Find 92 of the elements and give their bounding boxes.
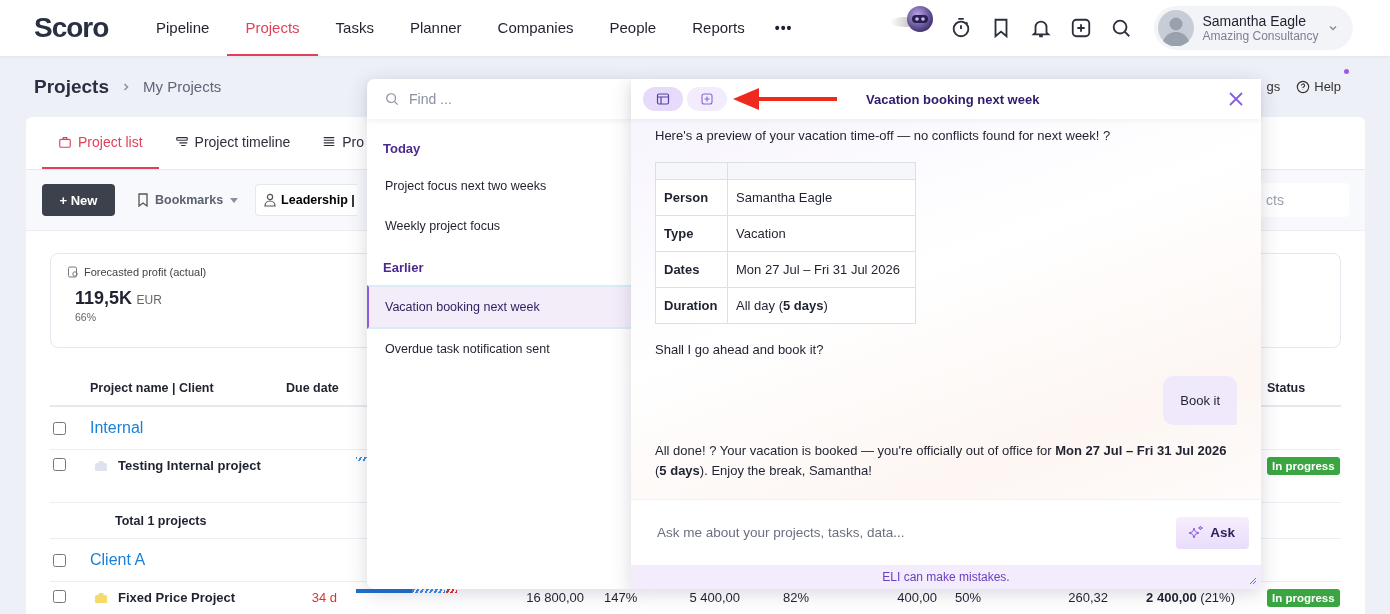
bookmarks-dropdown[interactable]: Bookmarks	[129, 193, 248, 207]
table-cell-text: 82%	[782, 590, 811, 605]
user-name: Samantha Eagle	[1202, 13, 1307, 29]
avatar-icon	[1158, 10, 1195, 46]
ask-button[interactable]: Ask	[1176, 516, 1249, 549]
chat-title: Vacation booking next week	[866, 91, 1040, 107]
resize-grip-icon[interactable]	[1249, 577, 1257, 585]
row-checkbox[interactable]	[53, 458, 66, 471]
page-title: Projects	[34, 75, 109, 98]
briefcase-icon	[58, 135, 72, 149]
view-tab[interactable]: Project timeline	[158, 117, 307, 169]
sidebar-toggle-button[interactable]	[643, 87, 683, 111]
section-heading: Today	[382, 140, 422, 158]
ask-input[interactable]: Ask me about your projects, tasks, data...	[655, 524, 1177, 541]
row-checkbox[interactable]	[53, 421, 66, 435]
settings-link[interactable]: gs	[1266, 79, 1281, 94]
help-label: Help	[1314, 79, 1341, 94]
conversation-item[interactable]: Overdue task notification sent	[367, 329, 631, 369]
help-icon	[1296, 79, 1311, 94]
assistant-message: Here's a preview of your vacation time-off — no conflicts found for next week! ?	[655, 127, 1112, 145]
person-icon	[264, 193, 277, 207]
search-icon[interactable]	[1110, 17, 1133, 39]
client-group-link[interactable]: Client A	[90, 551, 286, 569]
list-icon	[322, 135, 337, 149]
table-value: Samantha Eagle	[736, 190, 833, 205]
table-cell-text: 147%	[603, 590, 639, 605]
plus-square-icon	[701, 93, 713, 105]
table-cell-text: 260,32	[1067, 590, 1108, 605]
kpi-percent: 66%	[75, 311, 97, 323]
timeline-icon	[174, 135, 189, 149]
column-header[interactable]: Due date	[286, 380, 346, 395]
nav-tab[interactable]: Companies	[479, 0, 592, 56]
nav-tab[interactable]: People	[591, 0, 675, 56]
kpi-value: 119,5K	[75, 288, 133, 308]
project-name[interactable]: Testing Internal project	[118, 458, 261, 473]
client-group-link[interactable]: Internal	[90, 419, 286, 437]
help-link[interactable]: Help	[1296, 79, 1341, 94]
table-label: Person	[664, 190, 709, 205]
close-icon[interactable]	[1229, 92, 1243, 106]
row-checkbox[interactable]	[53, 553, 66, 567]
nav-tab[interactable]: Planner	[391, 0, 480, 56]
breadcrumb[interactable]: My Projects	[143, 78, 222, 95]
assistant-message: Shall I go ahead and book it?	[655, 341, 825, 359]
row-checkbox[interactable]	[53, 590, 66, 603]
chevron-right-icon	[121, 81, 131, 92]
table-label: Type	[664, 226, 694, 241]
conversation-item[interactable]: Weekly project focus	[367, 206, 631, 246]
search-field[interactable]: cts	[1261, 183, 1349, 217]
assistant-message: All done! ? Your vacation is booked — you're officially out of office for Mon 27 Jul – Fri 31 Jul 2026 (5 days). Enjoy the break, Samantha!	[655, 442, 1228, 480]
kpi-label: Forecasted profit (actual)	[84, 266, 207, 278]
table-cell-text: 5 400,00	[688, 590, 740, 605]
company-name: Amazing Consultancy	[1202, 29, 1319, 43]
table-label: Dates	[664, 262, 700, 277]
nav-tab[interactable]: Projects	[227, 0, 318, 56]
user-message: Book it	[1163, 376, 1237, 425]
project-name[interactable]: Fixed Price Project	[118, 590, 236, 605]
table-value: Vacation	[736, 226, 786, 241]
view-selector[interactable]: Leadership |	[255, 184, 357, 216]
table-cell-text: 50%	[954, 590, 983, 605]
layout-icon	[656, 92, 670, 106]
status-badge: In progress	[1267, 589, 1340, 607]
document-icon	[67, 266, 79, 278]
nav-tab[interactable]: Pipeline	[138, 0, 228, 56]
nav-tab[interactable]: Reports	[674, 0, 763, 56]
new-button[interactable]: + New	[42, 184, 115, 216]
nav-tab[interactable]: Tasks	[317, 0, 392, 56]
table-value: All day (5 days)	[736, 298, 828, 313]
table-cell-text: 16 800,00	[525, 590, 584, 605]
table-cell-text: 2 400,00 (21%)	[1145, 590, 1235, 605]
view-tab[interactable]: Pro	[306, 117, 365, 169]
robot-avatar-icon[interactable]	[890, 5, 935, 35]
table-label: Duration	[664, 298, 718, 313]
kpi-unit: EUR	[136, 293, 162, 307]
column-header[interactable]: Project name | Client	[90, 380, 286, 395]
total-label: Total 1 projects	[114, 513, 208, 528]
bookmark-icon	[137, 193, 149, 207]
disclaimer: ELI can make mistakes.	[882, 570, 1010, 584]
search-icon	[385, 92, 399, 106]
section-heading: Earlier	[382, 259, 425, 277]
more-menu[interactable]: •••	[762, 0, 805, 56]
sparkle-icon	[1188, 524, 1205, 541]
caret-icon	[229, 195, 240, 205]
user-menu[interactable]: Samantha Eagle Amazing Consultancy	[1154, 6, 1353, 50]
logo[interactable]: Scoro	[34, 12, 138, 44]
table-cell-text: 400,00	[896, 590, 937, 605]
table-value: Mon 27 Jul – Fri 31 Jul 2026	[736, 262, 901, 277]
status-badge: In progress	[1267, 457, 1340, 475]
column-header[interactable]: Status	[1267, 381, 1306, 395]
due-days: 34 d	[311, 590, 337, 605]
conversation-item[interactable]: Project focus next two weeks	[367, 166, 631, 206]
add-icon[interactable]	[1070, 17, 1093, 39]
conversation-item[interactable]: Vacation booking next week	[367, 285, 631, 329]
